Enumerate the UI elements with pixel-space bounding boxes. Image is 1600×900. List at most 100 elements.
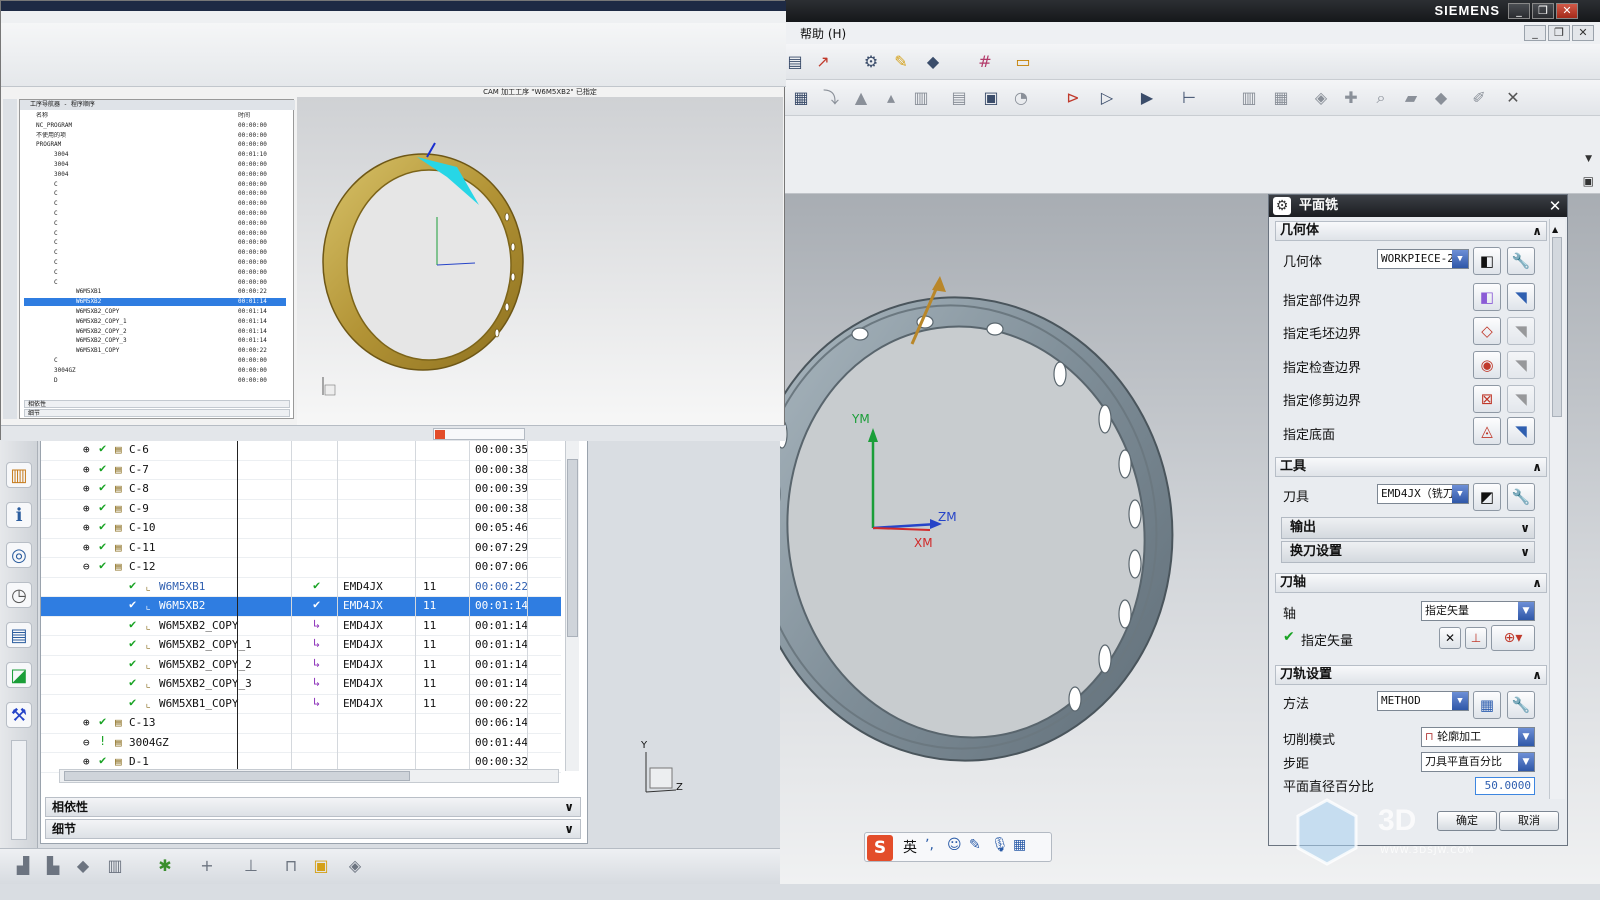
axis-select[interactable]: 指定矢量 ▼ xyxy=(1421,601,1535,621)
expand-icon[interactable]: ∨ xyxy=(1520,518,1530,538)
operation-row[interactable]: ✔ ⌞ W6M5XB2_COPY_3 ↳ EMD4JX 11 00:01:14 xyxy=(41,675,561,695)
part-boundary-button[interactable]: ◧ xyxy=(1473,283,1501,311)
flashlight-icon[interactable]: ◥ xyxy=(1507,417,1535,445)
edit-geometry-button[interactable]: 🔧 xyxy=(1507,247,1535,275)
info-icon[interactable]: ℹ xyxy=(6,502,32,528)
create-method-icon[interactable]: ⊓ xyxy=(280,855,302,877)
object-icon[interactable]: ◈ xyxy=(1310,87,1332,109)
replay-icon[interactable]: ▲ xyxy=(850,87,872,109)
minimize-button[interactable]: _ xyxy=(1508,3,1530,19)
doc-restore-button[interactable]: ❐ xyxy=(1548,25,1570,41)
move-icon[interactable]: ▷ xyxy=(1096,87,1118,109)
section-tool[interactable]: 工具 ∧ xyxy=(1275,457,1547,477)
collapse-icon[interactable]: ∧ xyxy=(1532,666,1542,684)
operation-row[interactable]: ✔ ⌞ W6M5XB2_COPY ↳ EMD4JX 11 00:01:14 xyxy=(41,617,561,636)
program-group-row[interactable]: ⊕ ✔ ▤ C-10 00:05:46 xyxy=(41,519,561,539)
ok-button[interactable]: 确定 xyxy=(1437,811,1497,831)
operation-row[interactable]: ✔ ⌞ W6M5XB2 ✔ EMD4JX 11 00:01:14 xyxy=(41,597,561,617)
percent-input[interactable]: 50.0000 xyxy=(1475,777,1535,795)
new-tool-button[interactable]: ◩ xyxy=(1473,483,1501,511)
scroll-up-icon[interactable]: ▲ xyxy=(1552,225,1558,234)
add-icon[interactable]: ✚ xyxy=(1340,87,1362,109)
blank-boundary-button[interactable]: ◇ xyxy=(1473,317,1501,345)
gear-icon[interactable]: ⚙ xyxy=(1273,197,1291,215)
create-tool-icon[interactable]: + xyxy=(196,855,218,877)
expand-toggle-icon[interactable]: ⊕ xyxy=(83,541,90,554)
vector-dialog-button[interactable]: ✕ xyxy=(1439,627,1461,649)
edit-tool-button[interactable]: 🔧 xyxy=(1507,483,1535,511)
sogou-logo-icon[interactable]: S xyxy=(867,835,893,861)
expand-toggle-icon[interactable]: ⊕ xyxy=(83,463,90,476)
program-group-row[interactable]: ⊕ ✔ ▤ C-6 00:00:35 xyxy=(41,441,561,461)
stepover-select[interactable]: 刀具平直百分比 ▼ xyxy=(1421,752,1535,772)
cut-icon[interactable]: ⊳ xyxy=(1062,87,1084,109)
operation-row[interactable]: ✔ ⌞ W6M5XB2_COPY_2 ↳ EMD4JX 11 00:01:14 xyxy=(41,656,561,675)
flashlight-icon[interactable]: ◥ xyxy=(1507,351,1535,379)
create-program-icon[interactable]: ✱ xyxy=(154,855,176,877)
grid-menu-icon[interactable]: ▦ xyxy=(1013,837,1026,853)
trim-boundary-button[interactable]: ⊠ xyxy=(1473,385,1501,413)
web-icon[interactable]: ◎ xyxy=(6,542,32,568)
expand-toggle-icon[interactable]: ⊕ xyxy=(83,716,90,729)
expand-toggle-icon[interactable]: ⊕ xyxy=(83,482,90,495)
flashlight-icon[interactable]: ◥ xyxy=(1507,385,1535,413)
generate-icon[interactable]: ⤵ xyxy=(820,87,842,109)
reverse-direction-button[interactable]: ⊥ xyxy=(1465,627,1487,649)
sheet-icon[interactable]: ▦ xyxy=(790,87,812,109)
program-view-icon[interactable]: ▟ xyxy=(12,855,34,877)
navigator-vscroll[interactable] xyxy=(565,441,579,771)
create-operation-icon[interactable]: ▣ xyxy=(310,855,332,877)
method-icon[interactable]: ✎ xyxy=(890,51,912,73)
geometry-select[interactable]: WORKPIECE-2 ▼ xyxy=(1377,249,1469,269)
list-icon[interactable]: ▥ xyxy=(910,87,932,109)
cancel-icon[interactable]: ✕ xyxy=(1502,87,1524,109)
machine-view-icon[interactable]: ▙ xyxy=(42,855,64,877)
resource-scrollbar[interactable] xyxy=(11,740,27,840)
vector-type-select[interactable]: ⊕▾ xyxy=(1491,625,1535,651)
program-group-row[interactable]: ⊕ ✔ ▤ C-8 00:00:39 xyxy=(41,480,561,500)
tool-change-subsection[interactable]: 换刀设置 ∨ xyxy=(1281,541,1535,563)
geometry-icon[interactable]: ⚙ xyxy=(860,51,882,73)
operation-row[interactable]: ✔ ⌞ W6M5XB1 ✔ EMD4JX 11 00:00:22 xyxy=(41,578,561,597)
search-icon[interactable]: ⌕ xyxy=(1370,87,1392,109)
toolpath-icon[interactable]: ◆ xyxy=(922,51,944,73)
verify-icon[interactable]: ▴ xyxy=(880,87,902,109)
output-subsection[interactable]: 输出 ∨ xyxy=(1281,517,1535,539)
expand-toggle-icon[interactable]: ⊖ xyxy=(83,560,90,573)
section-path-settings[interactable]: 刀轨设置 ∧ xyxy=(1275,665,1547,685)
geometry-view-icon[interactable]: ◆ xyxy=(72,855,94,877)
details-panel-header[interactable]: 细节 ∨ xyxy=(45,819,581,839)
microphone-icon[interactable]: 🎙 xyxy=(991,837,1009,853)
measure-icon[interactable]: ▭ xyxy=(1012,51,1034,73)
menu-help[interactable]: 帮助 (H) xyxy=(800,25,846,42)
program-group-row[interactable]: ⊖ ✔ ▤ C-12 00:07:06 xyxy=(41,558,561,578)
expand-toggle-icon[interactable]: ⊖ xyxy=(83,736,90,749)
program-group-row[interactable]: ⊕ ✔ ▤ C-7 00:00:38 xyxy=(41,461,561,480)
restore-button[interactable]: ❐ xyxy=(1532,3,1554,19)
pen-icon[interactable]: ✎ xyxy=(969,837,981,853)
new-method-button[interactable]: ▦ xyxy=(1473,691,1501,719)
navigator-hscroll[interactable] xyxy=(59,769,559,783)
doc-close-button[interactable]: ✕ xyxy=(1572,25,1594,41)
edit-method-button[interactable]: 🔧 xyxy=(1507,691,1535,719)
paste-icon[interactable]: ⊢ xyxy=(1178,87,1200,109)
time-icon[interactable]: ◔ xyxy=(1010,87,1032,109)
history-icon[interactable]: ◷ xyxy=(6,582,32,608)
collapse-icon[interactable]: ∧ xyxy=(1532,458,1542,476)
expand-toggle-icon[interactable]: ⊕ xyxy=(83,755,90,768)
expand-toggle-icon[interactable]: ⊕ xyxy=(83,502,90,515)
method-select[interactable]: METHOD ▼ xyxy=(1377,691,1469,711)
layer-icon[interactable]: ▰ xyxy=(1400,87,1422,109)
feature-icon[interactable]: ◆ xyxy=(1430,87,1452,109)
cancel-button[interactable]: 取消 xyxy=(1499,811,1559,831)
brush-icon[interactable]: ✐ xyxy=(1468,87,1490,109)
library-icon[interactable]: ▥ xyxy=(6,462,32,488)
doc-minimize-button[interactable]: _ xyxy=(1524,25,1546,41)
palette-icon[interactable]: ◪ xyxy=(6,662,32,688)
flashlight-icon[interactable]: ◥ xyxy=(1507,317,1535,345)
close-button[interactable]: ✕ xyxy=(1556,3,1578,19)
program-group-row[interactable]: ⊕ ✔ ▤ C-9 00:00:38 xyxy=(41,500,561,519)
emoji-icon[interactable]: ☺ xyxy=(947,837,962,853)
postprocess-icon[interactable]: ▤ xyxy=(948,87,970,109)
section-tool-axis[interactable]: 刀轴 ∧ xyxy=(1275,573,1547,593)
